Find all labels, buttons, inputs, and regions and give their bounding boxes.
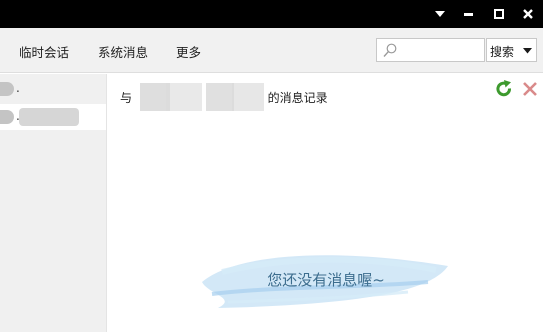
system-messages-tab[interactable]: 系统消息 bbox=[98, 42, 148, 61]
contact-name: . bbox=[16, 81, 20, 95]
minimize-icon[interactable] bbox=[456, 0, 480, 28]
avatar bbox=[0, 110, 14, 124]
header-suffix: 的消息记录 bbox=[267, 91, 328, 105]
history-header: 与 的消息记录 bbox=[120, 83, 328, 111]
menu-dropdown-icon[interactable] bbox=[428, 0, 452, 28]
chevron-down-icon[interactable] bbox=[523, 48, 532, 54]
temp-session-tab[interactable]: 临时会话 bbox=[19, 42, 69, 61]
search-input[interactable] bbox=[399, 41, 481, 59]
message-history-panel: 与 的消息记录 您还没有消息喔~ bbox=[108, 74, 543, 332]
delete-icon[interactable] bbox=[520, 79, 540, 99]
more-tab[interactable]: 更多 bbox=[176, 42, 201, 61]
title-bar bbox=[0, 0, 543, 28]
header-prefix: 与 bbox=[120, 91, 133, 105]
contact-item-selected[interactable]: . bbox=[0, 104, 106, 130]
toolbar: 临时会话 系统消息 更多 搜索 bbox=[0, 28, 543, 73]
search-button-label: 搜索 bbox=[490, 45, 515, 59]
empty-state: 您还没有消息喔~ bbox=[198, 242, 454, 312]
close-icon[interactable] bbox=[516, 0, 540, 28]
contact-list: . . bbox=[0, 74, 107, 332]
redacted-name-blur bbox=[19, 108, 79, 126]
contact-item[interactable]: . bbox=[0, 76, 106, 102]
redacted-name-blur bbox=[136, 83, 264, 111]
search-icon bbox=[383, 43, 397, 61]
maximize-icon[interactable] bbox=[487, 0, 511, 28]
avatar bbox=[0, 82, 14, 96]
search-button[interactable]: 搜索 bbox=[486, 38, 537, 62]
refresh-icon[interactable] bbox=[494, 79, 514, 99]
empty-message: 您还没有消息喔~ bbox=[267, 271, 385, 289]
search-box bbox=[376, 38, 485, 62]
